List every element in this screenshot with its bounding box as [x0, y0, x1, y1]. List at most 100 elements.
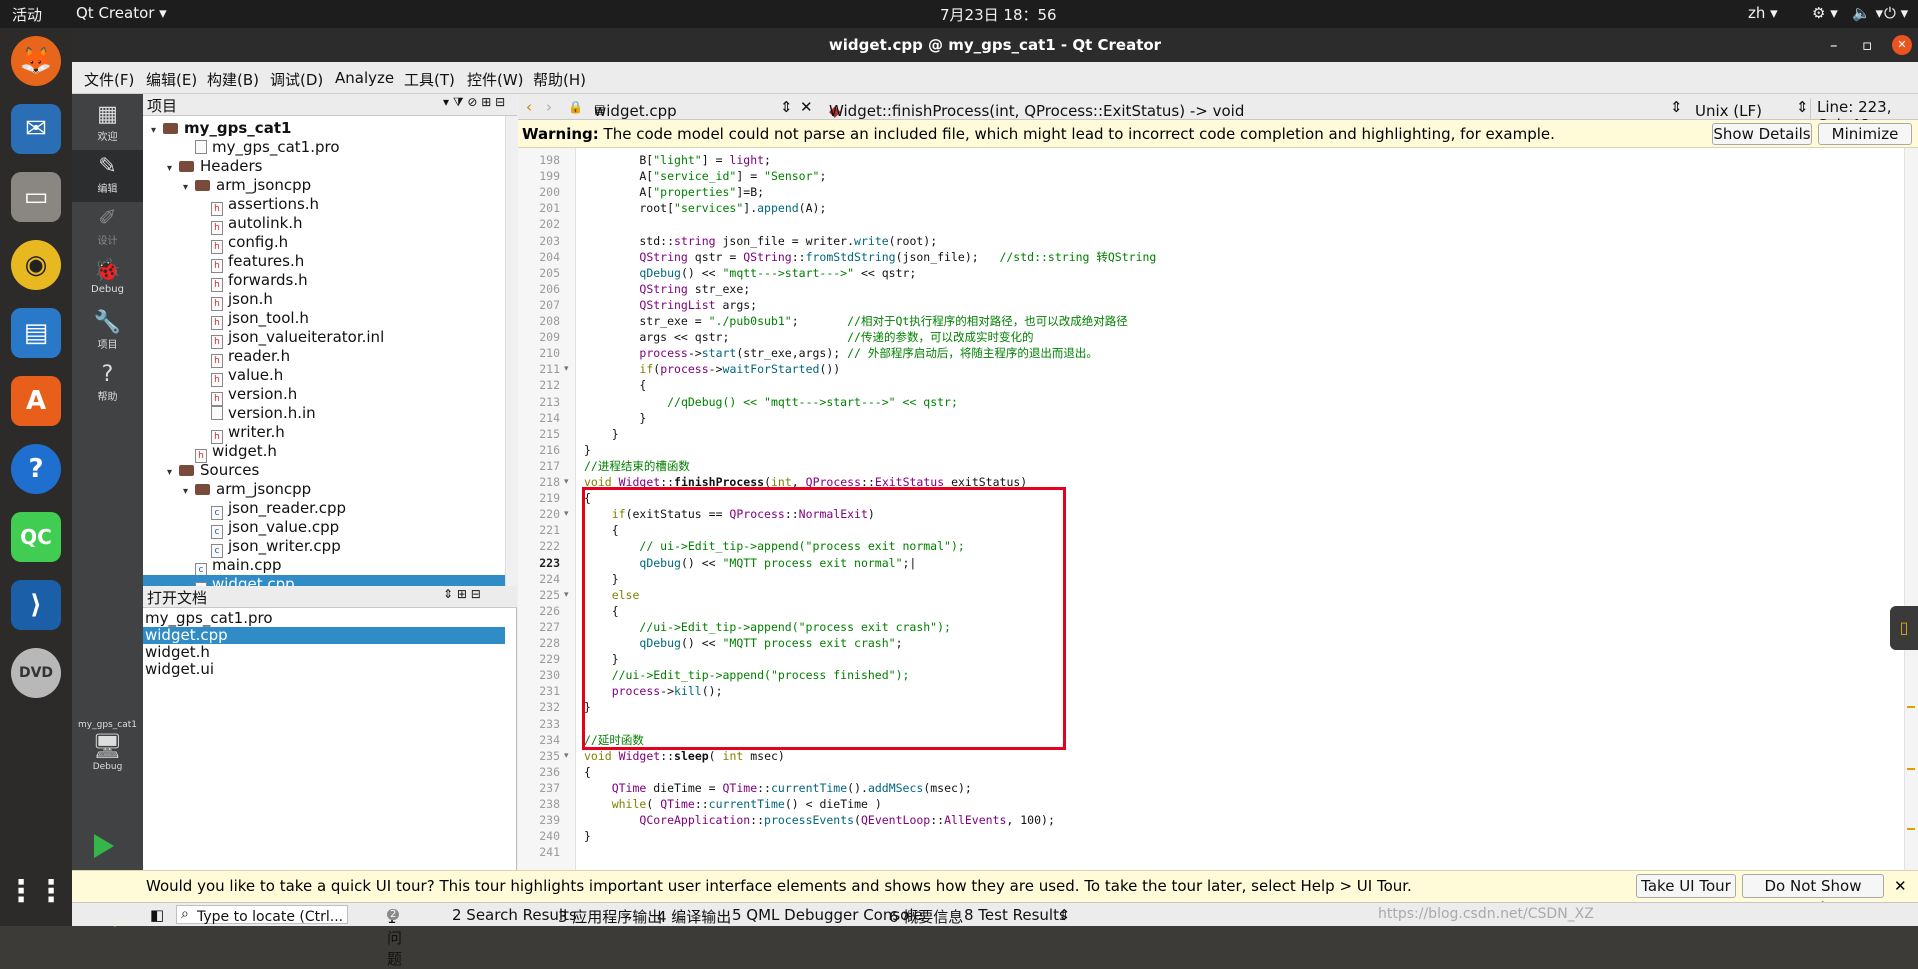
maximize-button[interactable]: ▫ [1862, 28, 1872, 62]
mail-icon[interactable]: ✉ [11, 104, 61, 154]
tree-item[interactable]: h widget.h [143, 442, 505, 463]
tree-item[interactable]: ▾ Sources [143, 461, 505, 480]
eol-dropdown-icon[interactable]: ⇕ [1796, 98, 1809, 116]
tree-item[interactable]: h reader.h [143, 347, 505, 368]
open-doc-item[interactable]: widget.cpp [143, 627, 505, 644]
symbol-dropdown-icon[interactable]: ⇕ [1670, 98, 1683, 116]
language-menu[interactable]: zh ▾ [1748, 4, 1778, 22]
lock-icon: 🔒 [568, 100, 583, 114]
tree-item[interactable]: c main.cpp [143, 556, 505, 577]
tree-item[interactable]: h assertions.h [143, 195, 505, 216]
tree-item[interactable]: h version.h [143, 385, 505, 406]
back-icon[interactable]: ‹ [526, 98, 532, 116]
side-handle-icon[interactable]: ▯ [1890, 606, 1918, 650]
mode-projects[interactable]: 🔧 项目 [72, 306, 143, 358]
tree-item[interactable]: c json_writer.cpp [143, 537, 505, 558]
files-icon[interactable]: ▭ [11, 172, 61, 222]
tree-item[interactable]: cwidget.cpp [143, 575, 505, 586]
mode-label: Debug [91, 284, 124, 295]
open-doc-item[interactable]: widget.h [143, 644, 505, 661]
tree-item[interactable]: version.h.in [143, 404, 505, 423]
tree-item[interactable]: h value.h [143, 366, 505, 387]
menu-edit[interactable]: 编辑(E) [146, 69, 197, 90]
rhythmbox-icon[interactable]: ◉ [11, 240, 61, 290]
open-doc-item[interactable]: my_gps_cat1.pro [143, 610, 505, 627]
dvd-icon[interactable]: DVD [11, 648, 61, 698]
mode-edit[interactable]: ✎ 编辑 [72, 150, 143, 202]
tree-item[interactable]: h json_valueiterator.inl [143, 328, 505, 349]
minimize-warning-button[interactable]: Minimize [1818, 123, 1912, 145]
tree-item[interactable]: h features.h [143, 252, 505, 273]
power-icon[interactable]: ⏻ ▾ [1884, 4, 1908, 22]
clock[interactable]: 7月23日 18：56 [940, 4, 1057, 25]
app-menu[interactable]: Qt Creator ▾ [76, 4, 167, 22]
projects-pane-title[interactable]: 项目 [147, 95, 177, 116]
close-file-icon[interactable]: ✕ [800, 98, 813, 116]
do-not-show-button[interactable]: Do Not Show Again [1742, 874, 1884, 917]
menu-analyze[interactable]: Analyze [335, 69, 394, 87]
run-icon[interactable] [94, 834, 114, 858]
tree-item[interactable]: h json.h [143, 290, 505, 311]
activities-button[interactable]: 活动 [12, 4, 42, 25]
menu-tools[interactable]: 工具(T) [404, 69, 455, 90]
sidebar-toggle-icon[interactable]: ◧ [150, 906, 164, 924]
writer-icon[interactable]: ▤ [11, 308, 61, 358]
tab-compile-output[interactable]: 4 编译输出 [657, 906, 731, 927]
more-tabs-icon[interactable]: ⇕ [1058, 906, 1071, 924]
tree-item[interactable]: c json_reader.cpp [143, 499, 505, 520]
mode-design[interactable]: ✐ 设计 [72, 202, 143, 254]
open-docs-title[interactable]: 打开文档 [147, 587, 207, 608]
software-center-icon[interactable]: A [11, 376, 61, 426]
qtcreator-icon[interactable]: QC [11, 512, 61, 562]
locator-placeholder: Type to locate (Ctrl... [197, 909, 344, 925]
menu-help[interactable]: 帮助(H) [533, 69, 586, 90]
split-icon[interactable]: ⇕ ⊞ ⊟ [443, 587, 481, 601]
menu-file[interactable]: 文件(F) [84, 69, 134, 90]
tree-item-label: json_valueiterator.inl [228, 328, 385, 346]
file-dropdown-icon[interactable]: ⇕ [780, 98, 793, 116]
tree-item[interactable]: h writer.h [143, 423, 505, 444]
menu-widgets[interactable]: 控件(W) [467, 69, 524, 90]
close-tour-icon[interactable]: ✕ [1894, 871, 1907, 901]
tree-item[interactable]: my_gps_cat1.pro [143, 138, 505, 157]
close-button[interactable]: ✕ [1892, 35, 1912, 55]
mode-help[interactable]: ? 帮助 [72, 358, 143, 410]
locator-input[interactable]: ⌕ Type to locate (Ctrl... [176, 905, 348, 925]
tree-item[interactable]: ▾ my_gps_cat1 [143, 119, 505, 138]
tab-test-results[interactable]: 8 Test Results [964, 906, 1067, 924]
tree-item[interactable]: h forwards.h [143, 271, 505, 292]
show-apps-icon[interactable]: ⋮⋮ [6, 866, 66, 916]
take-tour-button[interactable]: Take UI Tour [1636, 874, 1736, 898]
minimize-button[interactable]: – [1830, 28, 1838, 62]
volume-icon[interactable]: 🔈 ▾ [1852, 4, 1883, 22]
open-doc-item[interactable]: widget.ui [143, 661, 505, 678]
tree-item[interactable]: ▾ Headers [143, 157, 505, 176]
tree-item[interactable]: ▾ arm_jsoncpp [143, 176, 505, 195]
menu-build[interactable]: 构建(B) [207, 69, 259, 90]
tree-item-label: version.h [228, 385, 298, 403]
network-icon[interactable]: ⚙ ▾ [1812, 4, 1838, 22]
code-line: A["service_id"] = "Sensor"; [584, 169, 827, 184]
tree-scrollbar[interactable] [505, 116, 517, 586]
vscode-icon[interactable]: ⟩ [11, 580, 61, 630]
help-icon[interactable]: ? [11, 444, 61, 494]
kit-selector[interactable]: my_gps_cat1 🖥 Debug [72, 720, 143, 772]
mode-label: 帮助 [97, 392, 118, 403]
forward-icon[interactable]: › [546, 98, 552, 116]
show-details-button[interactable]: Show Details [1712, 123, 1812, 145]
tree-item-label: json_value.cpp [228, 518, 340, 536]
firefox-icon[interactable]: 🦊 [11, 36, 61, 86]
filter-icon[interactable]: ▾ ⧩ ⊘ ⊞ ⊟ [443, 95, 505, 110]
mode-welcome[interactable]: ▦ 欢迎 [72, 98, 143, 150]
tab-general-messages[interactable]: 6 概要信息 [889, 906, 963, 927]
mode-debug[interactable]: 🐞 Debug [72, 254, 143, 306]
tree-item[interactable]: h config.h [143, 233, 505, 254]
tree-item[interactable]: h autolink.h [143, 214, 505, 235]
tree-item[interactable]: ▾ arm_jsoncpp [143, 480, 505, 499]
tab-app-output[interactable]: 3 应用程序输出 [558, 906, 662, 927]
editor-scrollbar[interactable] [1904, 148, 1918, 898]
menu-debug[interactable]: 调试(D) [270, 69, 323, 90]
tree-item[interactable]: h json_tool.h [143, 309, 505, 330]
mode-label: 欢迎 [97, 132, 118, 143]
tree-item[interactable]: c json_value.cpp [143, 518, 505, 539]
